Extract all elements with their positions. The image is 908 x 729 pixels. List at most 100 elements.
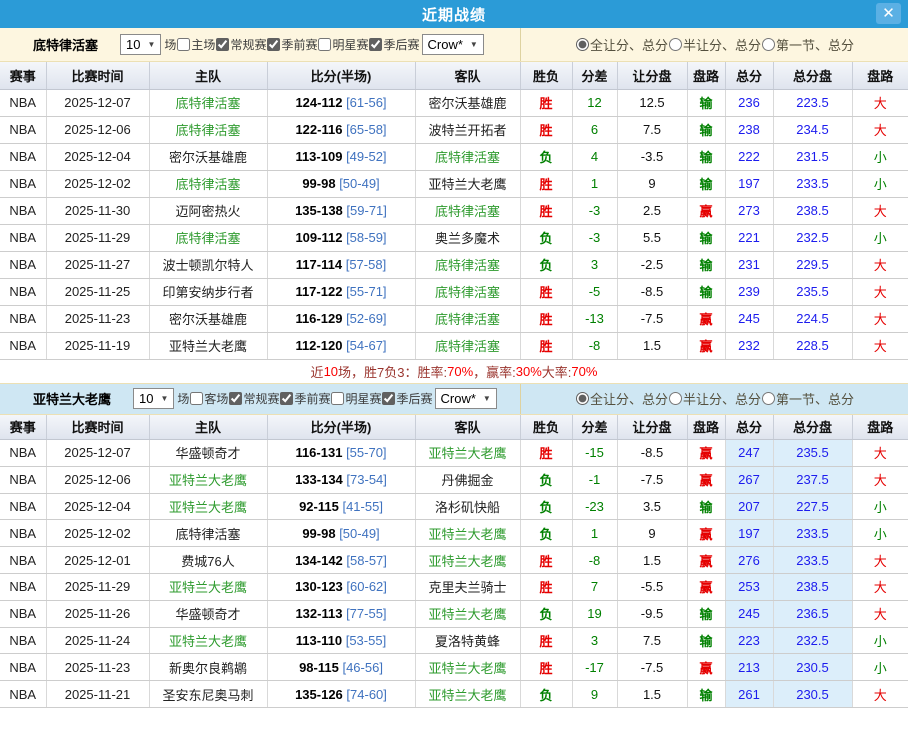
point-diff-cell: 6 — [572, 116, 617, 143]
handicap-result-cell: 输 — [687, 116, 725, 143]
filter-checkbox-label: 季前赛 — [281, 36, 317, 53]
handicap-result-cell: 赢 — [687, 197, 725, 224]
score-cell: 109-112 [58-59] — [267, 224, 415, 251]
scope-radio[interactable] — [762, 38, 775, 51]
results-table-2: 赛事比赛时间主队比分(半场)客队胜负分差让分盘盘路总分总分盘盘路 NBA 202… — [0, 415, 908, 708]
handicap-result-cell: 输 — [687, 224, 725, 251]
column-header: 分差 — [572, 415, 617, 440]
scope-radio[interactable] — [576, 38, 589, 51]
win-loss-cell: 胜 — [520, 573, 572, 600]
point-diff-cell: 3 — [572, 251, 617, 278]
table-row: NBA 2025-11-23 密尔沃基雄鹿 116-129 [52-69] 底特… — [0, 305, 908, 332]
home-team-cell: 亚特兰大老鹰 — [149, 332, 267, 359]
league-cell: NBA — [0, 251, 46, 278]
handicap-line-cell: -8.5 — [617, 440, 687, 467]
home-team-cell: 波士顿凯尔特人 — [149, 251, 267, 278]
half-score-text: [60-62] — [346, 579, 386, 594]
games-count-select[interactable]: 10 ▼ — [133, 388, 174, 409]
half-score-text: [50-49] — [339, 526, 379, 541]
handicap-line-cell: 1.5 — [617, 547, 687, 574]
away-team-cell: 亚特兰大老鹰 — [415, 520, 520, 547]
dialog-title: 近期战绩 — [422, 4, 486, 25]
home-team-cell: 密尔沃基雄鹿 — [149, 305, 267, 332]
league-cell: NBA — [0, 440, 46, 467]
filter-checkbox[interactable] — [369, 38, 382, 51]
win-loss-cell: 负 — [520, 224, 572, 251]
games-count-value: 10 — [126, 37, 140, 52]
league-cell: NBA — [0, 466, 46, 493]
filter-checkbox-label: 常规赛 — [243, 390, 279, 407]
win-loss-cell: 胜 — [520, 332, 572, 359]
home-team-cell: 圣安东尼奥马刺 — [149, 681, 267, 708]
filter-checkbox-label: 主场 — [191, 36, 215, 53]
table-header-row: 赛事比赛时间主队比分(半场)客队胜负分差让分盘盘路总分总分盘盘路 — [0, 415, 908, 440]
over-under-cell: 大 — [852, 251, 908, 278]
over-under-cell: 大 — [852, 440, 908, 467]
scope-radio[interactable] — [669, 38, 682, 51]
filter-checkbox[interactable] — [190, 392, 203, 405]
games-count-select[interactable]: 10 ▼ — [120, 34, 161, 55]
filter-checkbox[interactable] — [280, 392, 293, 405]
half-score-text: [55-70] — [346, 445, 386, 460]
odds-source-select[interactable]: Crow* ▼ — [422, 34, 484, 55]
filter-checkbox[interactable] — [229, 392, 242, 405]
filter-checkbox[interactable] — [318, 38, 331, 51]
point-diff-cell: -8 — [572, 332, 617, 359]
filter-checkbox[interactable] — [382, 392, 395, 405]
filter-controls-1: 底特律活塞 10 ▼ 场 主场 常规赛 — [0, 28, 520, 61]
record-summary-segment: 近 — [311, 362, 324, 381]
total-line-cell: 238.5 — [773, 197, 852, 224]
column-header: 主队 — [149, 62, 267, 89]
table-row: NBA 2025-11-24 亚特兰大老鹰 113-110 [53-55] 夏洛… — [0, 627, 908, 654]
over-under-cell: 小 — [852, 627, 908, 654]
handicap-line-cell: 7.5 — [617, 627, 687, 654]
win-loss-cell: 胜 — [520, 305, 572, 332]
total-line-cell: 229.5 — [773, 251, 852, 278]
odds-source-value: Crow* — [441, 391, 476, 406]
date-cell: 2025-11-26 — [46, 600, 149, 627]
away-team-cell: 底特律活塞 — [415, 197, 520, 224]
over-under-cell: 小 — [852, 143, 908, 170]
score-text: 130-123 — [295, 579, 343, 594]
scope-radio[interactable] — [669, 392, 682, 405]
handicap-line-cell: -7.5 — [617, 654, 687, 681]
handicap-line-cell: -3.5 — [617, 143, 687, 170]
filter-checkbox[interactable] — [177, 38, 190, 51]
table-row: NBA 2025-12-06 亚特兰大老鹰 133-134 [73-54] 丹佛… — [0, 466, 908, 493]
half-score-text: [49-52] — [346, 149, 386, 164]
total-points-cell: 245 — [725, 600, 773, 627]
total-line-cell: 235.5 — [773, 440, 852, 467]
score-text: 117-122 — [295, 284, 342, 299]
point-diff-cell: 9 — [572, 681, 617, 708]
team-name-label: 亚特兰大老鹰 — [33, 389, 111, 408]
date-cell: 2025-12-02 — [46, 170, 149, 197]
filter-checkbox[interactable] — [216, 38, 229, 51]
filter-checkbox[interactable] — [331, 392, 344, 405]
close-button[interactable]: ✕ — [876, 3, 901, 24]
total-line-cell: 230.5 — [773, 654, 852, 681]
odds-source-select[interactable]: Crow* ▼ — [435, 388, 497, 409]
over-under-cell: 大 — [852, 600, 908, 627]
total-points-cell: 261 — [725, 681, 773, 708]
over-under-cell: 小 — [852, 224, 908, 251]
recent-results-dialog: 近期战绩 ✕ 底特律活塞 10 ▼ 场 主场 常 — [0, 0, 908, 708]
home-team-cell: 亚特兰大老鹰 — [149, 573, 267, 600]
date-cell: 2025-11-29 — [46, 224, 149, 251]
home-team-cell: 底特律活塞 — [149, 224, 267, 251]
score-text: 116-131 — [295, 445, 342, 460]
score-text: 133-134 — [295, 472, 343, 487]
column-header: 分差 — [572, 62, 617, 89]
away-team-cell: 亚特兰大老鹰 — [415, 547, 520, 574]
home-team-cell: 底特律活塞 — [149, 520, 267, 547]
column-header: 总分盘 — [773, 415, 852, 440]
games-count-value: 10 — [139, 391, 153, 406]
league-cell: NBA — [0, 143, 46, 170]
date-cell: 2025-11-19 — [46, 332, 149, 359]
scope-radio[interactable] — [762, 392, 775, 405]
filter-checkbox[interactable] — [267, 38, 280, 51]
scope-radio[interactable] — [576, 392, 589, 405]
over-under-cell: 小 — [852, 520, 908, 547]
over-under-cell: 大 — [852, 197, 908, 224]
half-score-text: [53-55] — [346, 633, 386, 648]
table-row: NBA 2025-11-23 新奥尔良鹈鹕 98-115 [46-56] 亚特兰… — [0, 654, 908, 681]
